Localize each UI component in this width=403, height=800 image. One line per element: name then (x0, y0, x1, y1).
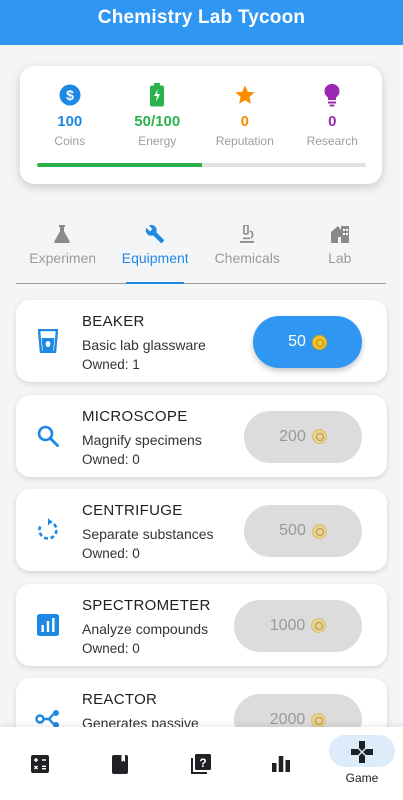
svg-text:$: $ (66, 87, 74, 103)
flask-icon (54, 224, 70, 244)
star-icon (232, 82, 258, 108)
stat-coins-value: 100 (57, 113, 83, 130)
coin-icon (311, 618, 327, 633)
quiz-icon: ? (190, 753, 212, 775)
nav-calculator[interactable] (10, 727, 70, 800)
stat-coins-label: Coins (54, 134, 86, 148)
stat-research-label: Research (306, 134, 358, 148)
equipment-list: BEAKER Basic lab glassware Owned: 1 50 M… (16, 300, 387, 773)
tab-chemicals[interactable]: Chemicals (201, 222, 294, 283)
rotate-icon (35, 517, 61, 543)
tab-chemicals-label: Chemicals (214, 250, 280, 266)
app-title: Chemistry Lab Tycoon (97, 7, 306, 28)
tab-experiments[interactable]: Experiments (16, 222, 109, 283)
tab-equipment[interactable]: Equipment (109, 222, 202, 284)
lightbulb-icon (319, 82, 345, 108)
equipment-card-microscope: MICROSCOPE Magnify specimens Owned: 0 20… (16, 394, 387, 477)
equipment-name: SPECTROMETER (82, 596, 211, 614)
beaker-icon (35, 328, 61, 354)
magnifier-icon (35, 423, 61, 449)
coin-icon (311, 523, 327, 539)
tab-experiments-label: Experiments (29, 250, 96, 266)
bottom-navigation: ? Game (0, 727, 403, 800)
coin-icon (311, 429, 327, 444)
leaderboard-icon (270, 753, 292, 775)
price-label: 200 (279, 427, 306, 445)
energy-progress-bar (37, 163, 366, 167)
tab-lab[interactable]: Lab (294, 222, 387, 283)
price-label: 500 (279, 522, 306, 539)
stats-card: $ 100 Coins 50/100 Energy 0 Reputation 0… (20, 66, 382, 184)
stat-coins: $ 100 Coins (26, 82, 114, 148)
buy-centrifuge-button[interactable]: 500 (244, 505, 362, 557)
svg-text:?: ? (199, 756, 206, 770)
tab-active-indicator (125, 282, 184, 284)
tab-equipment-label: Equipment (121, 250, 188, 266)
tab-bar: Experiments Equipment Chemicals Lab (16, 222, 386, 284)
wrench-icon (145, 224, 165, 244)
equipment-owned: Owned: 0 (82, 451, 140, 467)
equipment-owned: Owned: 0 (82, 640, 140, 656)
equipment-description: Basic lab glassware (82, 337, 206, 353)
stat-reputation-label: Reputation (215, 134, 274, 148)
nav-quiz[interactable]: ? (171, 727, 231, 800)
energy-progress-fill (37, 163, 202, 167)
stat-research: 0 Research (289, 82, 377, 148)
stat-reputation: 0 Reputation (201, 82, 289, 148)
price-label: 1000 (269, 616, 306, 634)
gamepad-icon (351, 741, 373, 763)
stat-reputation-value: 0 (240, 113, 249, 130)
stats-row: $ 100 Coins 50/100 Energy 0 Reputation 0… (20, 82, 382, 148)
equipment-owned: Owned: 0 (82, 546, 140, 561)
battery-icon (144, 82, 170, 108)
stat-research-value: 0 (328, 113, 337, 130)
equipment-card-spectrometer: SPECTROMETER Analyze compounds Owned: 0 … (16, 583, 387, 666)
equipment-owned: Owned: 1 (82, 357, 140, 372)
equipment-name: REACTOR (82, 691, 158, 708)
equipment-card-centrifuge: CENTRIFUGE Separate substances Owned: 0 … (16, 489, 387, 571)
dollar-icon: $ (57, 82, 83, 108)
buy-beaker-button[interactable]: 50 (253, 316, 362, 368)
tab-lab-label: Lab (328, 250, 352, 266)
nav-leaderboard[interactable] (251, 727, 311, 800)
coin-icon (311, 712, 327, 728)
chart-icon (35, 612, 61, 638)
equipment-description: Separate substances (82, 526, 214, 542)
equipment-description: Analyze compounds (82, 620, 209, 637)
stat-energy: 50/100 Energy (114, 82, 202, 148)
buy-microscope-button[interactable]: 200 (244, 410, 362, 463)
equipment-description: Magnify specimens (82, 431, 202, 448)
buy-spectrometer-button[interactable]: 1000 (234, 599, 362, 652)
house-icon (330, 224, 350, 244)
coin-icon (311, 334, 327, 350)
price-label: 50 (288, 333, 306, 350)
stat-energy-value: 50/100 (134, 113, 181, 130)
equipment-name: BEAKER (82, 313, 145, 330)
microscope-icon (239, 224, 255, 244)
nav-game[interactable]: Game (329, 727, 395, 800)
calculator-icon (29, 753, 51, 775)
stat-energy-label: Energy (138, 134, 177, 148)
equipment-name: CENTRIFUGE (82, 502, 183, 519)
book-icon (109, 753, 131, 775)
nav-game-label: Game (345, 771, 379, 785)
app-bar: Chemistry Lab Tycoon (0, 0, 403, 45)
equipment-name: MICROSCOPE (82, 407, 188, 425)
nav-book[interactable] (90, 727, 150, 800)
equipment-card-beaker: BEAKER Basic lab glassware Owned: 1 50 (16, 300, 387, 382)
